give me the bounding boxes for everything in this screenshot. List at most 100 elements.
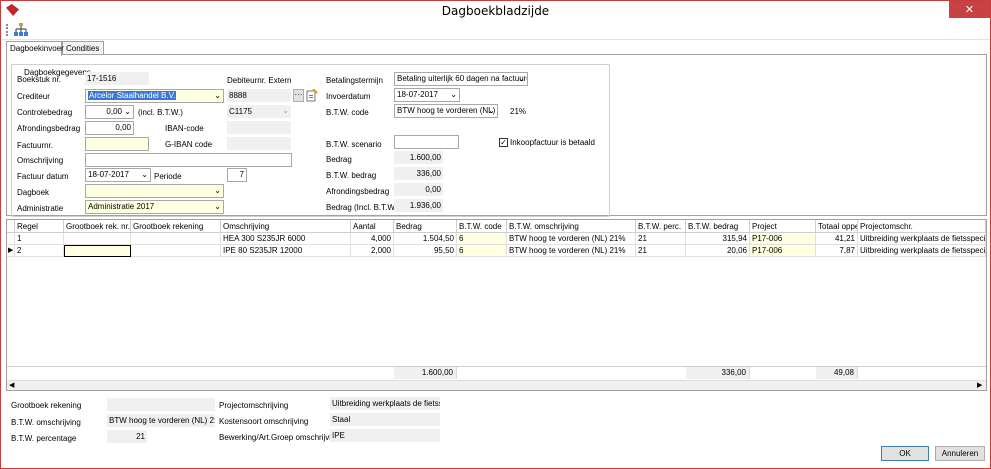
- table-cell[interactable]: 20,06: [686, 245, 750, 257]
- bedragincl-label: Bedrag (Incl. B.T.W.): [326, 203, 400, 212]
- col-header-btw-perc[interactable]: B.T.W. perc.: [636, 220, 686, 233]
- btwscenario-input[interactable]: [394, 135, 459, 149]
- dialog-window: Dagboekbladzijde ✕ Dagboekinvoer Conditi…: [0, 0, 991, 469]
- table-cell[interactable]: 21: [636, 233, 686, 245]
- btwomschr-detail-value: BTW hoog te vorderen (NL) 21%: [107, 414, 215, 427]
- controlebedrag-value: 0,00: [106, 107, 122, 116]
- table-cell[interactable]: BTW hoog te vorderen (NL) 21%: [507, 245, 636, 257]
- debiteurnr-value: 8888: [227, 89, 291, 102]
- administratie-label: Administratie: [17, 204, 64, 213]
- bewerking-detail-value: IPE: [330, 429, 440, 442]
- hierarchy-icon[interactable]: [14, 23, 28, 36]
- table-cell[interactable]: [131, 245, 221, 257]
- col-header-totaal-opper[interactable]: Totaal opper: [816, 220, 858, 233]
- table-cell[interactable]: 7,87: [816, 245, 858, 257]
- scroll-right-icon[interactable]: ▶: [977, 381, 982, 391]
- omschrijving-label: Omschrijving: [17, 156, 64, 165]
- debiteurnr-label: Debiteurnr. Extern: [227, 76, 292, 85]
- col-header-grootboek-rekening[interactable]: Grootboek rekening: [131, 220, 221, 233]
- chevron-down-icon: ⌄: [124, 107, 131, 116]
- btwbedrag-label: B.T.W. bedrag: [326, 171, 377, 180]
- total-bedrag: 1.600,00: [394, 367, 457, 379]
- betaald-checkbox[interactable]: ✓: [499, 138, 508, 147]
- factuurdatum-select[interactable]: 18-07-2017 ⌄: [85, 168, 151, 182]
- periode-label: Periode: [154, 172, 182, 181]
- crediteur-value: Arcelor Staalhandel B.V.: [88, 91, 177, 100]
- title-bar: Dagboekbladzijde ✕: [1, 1, 990, 20]
- btwscenario-label: B.T.W. scenario: [326, 140, 382, 149]
- tab-condities[interactable]: Condities: [62, 41, 104, 55]
- table-cell[interactable]: 41,21: [816, 233, 858, 245]
- row-indicator-header: [7, 220, 15, 233]
- tab-dagboekinvoer[interactable]: Dagboekinvoer: [6, 41, 64, 56]
- col-header-btw-code[interactable]: B.T.W. code: [457, 220, 507, 233]
- col-header-btw-bedrag[interactable]: B.T.W. bedrag: [686, 220, 750, 233]
- table-cell[interactable]: P17-006: [750, 233, 816, 245]
- grootboek-detail-label: Grootboek rekening: [11, 401, 82, 410]
- col-header-aantal[interactable]: Aantal: [351, 220, 394, 233]
- btwcode-value: BTW hoog te vorderen (NL) 2: [397, 106, 498, 115]
- btwcode-select[interactable]: BTW hoog te vorderen (NL) 2 ⌄: [394, 104, 498, 118]
- row-indicator: [7, 233, 15, 245]
- controlebedrag-input[interactable]: 0,00 ⌄: [85, 105, 134, 119]
- periode-input[interactable]: 7: [227, 168, 247, 182]
- ok-button[interactable]: OK: [881, 446, 929, 461]
- crediteur-select[interactable]: Arcelor Staalhandel B.V. ⌄: [85, 89, 224, 103]
- col-header-bedrag[interactable]: Bedrag: [394, 220, 457, 233]
- btwomschr-detail-label: B.T.W. omschrijving: [11, 418, 81, 427]
- iban-label: IBAN-code: [165, 124, 204, 133]
- table-cell[interactable]: BTW hoog te vorderen (NL) 21%: [507, 233, 636, 245]
- horizontal-scrollbar[interactable]: ◀ ▶: [7, 380, 986, 390]
- toolbar-grip-icon: [6, 24, 8, 36]
- afrondingsbedrag-label: Afrondingsbedrag: [17, 124, 81, 133]
- close-button[interactable]: ✕: [949, 1, 990, 18]
- active-cell[interactable]: [64, 245, 131, 257]
- table-cell[interactable]: 1.504,50: [394, 233, 457, 245]
- col-header-regel[interactable]: Regel: [15, 220, 64, 233]
- table-cell[interactable]: [64, 233, 131, 245]
- col-header-projectomschr[interactable]: Projectomschr.: [858, 220, 986, 233]
- col-header-project[interactable]: Project: [750, 220, 816, 233]
- new-document-icon[interactable]: [306, 89, 318, 102]
- table-cell[interactable]: Uitbreiding werkplaats de fietsspecialis…: [858, 233, 986, 245]
- code-value: C1175: [229, 107, 252, 116]
- afrondingsbedrag-input[interactable]: 0,00: [85, 121, 134, 135]
- table-cell[interactable]: [131, 233, 221, 245]
- bedragincl-value: 1.936,00: [394, 199, 443, 212]
- table-cell[interactable]: HEA 300 S235JR 6000: [221, 233, 351, 245]
- current-row-indicator-icon: ▶: [7, 245, 15, 257]
- annuleren-button[interactable]: Annuleren: [935, 446, 985, 461]
- table-cell[interactable]: 2: [15, 245, 64, 257]
- administratie-select[interactable]: Administratie 2017 ⌄: [85, 200, 224, 214]
- factuurnr-label: Factuurnr.: [17, 141, 54, 150]
- browse-button[interactable]: ···: [293, 89, 304, 102]
- table-cell[interactable]: 6: [457, 245, 507, 257]
- invoerdatum-value: 18-07-2017: [397, 90, 438, 99]
- projectomschr-detail-value: Uitbreiding werkplaats de fietsspe: [330, 397, 440, 410]
- giban-label: G-IBAN code: [165, 140, 213, 149]
- table-cell[interactable]: P17-006: [750, 245, 816, 257]
- table-cell[interactable]: 2,000: [351, 245, 394, 257]
- col-header-grootboek-nr[interactable]: Grootboek rek. nr.: [64, 220, 131, 233]
- table-cell[interactable]: IPE 80 S235JR 12000: [221, 245, 351, 257]
- invoerdatum-label: Invoerdatum: [326, 92, 371, 101]
- bedrag-label: Bedrag: [326, 155, 352, 164]
- col-header-btw-omschrijving[interactable]: B.T.W. omschrijving: [507, 220, 636, 233]
- table-cell[interactable]: Uitbreiding werkplaats de fietsspecialis…: [858, 245, 986, 257]
- kostensoort-detail-label: Kostensoort omschrijving: [219, 417, 309, 426]
- omschrijving-input[interactable]: [85, 153, 292, 167]
- betalingstermijn-select[interactable]: Betaling uiterlijk 60 dagen na factuurd ⌄: [394, 72, 528, 86]
- dagboek-select[interactable]: ⌄: [85, 184, 224, 198]
- factuurnr-input[interactable]: [85, 137, 149, 151]
- col-header-omschrijving[interactable]: Omschrijving: [221, 220, 351, 233]
- table-cell[interactable]: 21: [636, 245, 686, 257]
- invoerdatum-select[interactable]: 18-07-2017 ⌄: [394, 88, 460, 102]
- table-cell[interactable]: 315,94: [686, 233, 750, 245]
- table-cell[interactable]: 6: [457, 233, 507, 245]
- table-cell[interactable]: 1: [15, 233, 64, 245]
- iban-value: [227, 121, 291, 134]
- table-cell[interactable]: 4,000: [351, 233, 394, 245]
- chevron-down-icon: ⌄: [214, 186, 221, 195]
- scroll-left-icon[interactable]: ◀: [9, 381, 14, 391]
- table-cell[interactable]: 95,50: [394, 245, 457, 257]
